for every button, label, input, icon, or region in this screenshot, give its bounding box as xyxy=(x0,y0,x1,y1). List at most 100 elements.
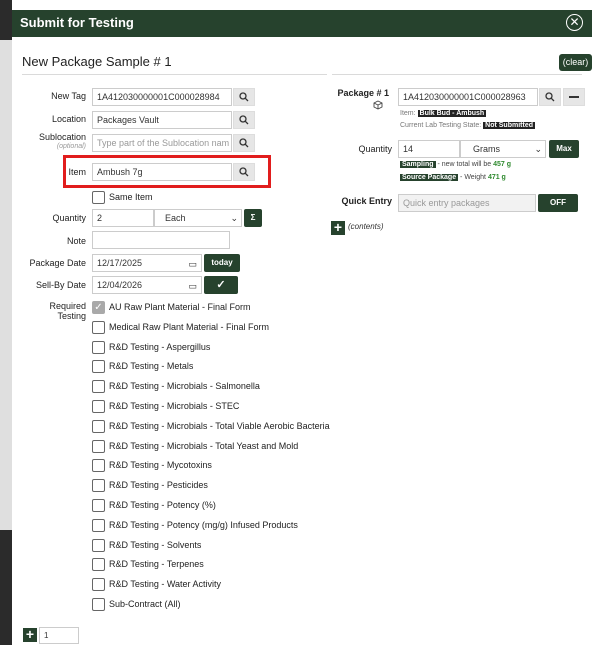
new-tag-field[interactable]: 1A412030000001C000028984 xyxy=(92,88,232,106)
lab-state-info: Current Lab Testing State: Not Submitted xyxy=(400,122,535,129)
quick-entry-label: Quick Entry xyxy=(341,196,392,206)
test-label: R&D Testing - Water Activity xyxy=(109,579,222,590)
test-label: R&D Testing - Aspergillus xyxy=(109,341,211,352)
contents-label: (contents) xyxy=(348,222,384,231)
chevron-down-icon: ⌄ xyxy=(230,213,238,223)
clear-button[interactable]: (clear) xyxy=(559,54,592,71)
sellby-date-field[interactable]: 12/04/2026 ▭ xyxy=(92,276,202,294)
note-field[interactable] xyxy=(92,231,230,249)
search-icon[interactable] xyxy=(233,163,255,181)
quantity-label: Quantity xyxy=(52,213,86,223)
sublocation-field[interactable]: Type part of the Sublocation nam xyxy=(92,134,232,152)
package-date-label: Package Date xyxy=(29,258,86,268)
package-item-info: Item: Bulk Bud - Ambush xyxy=(400,110,487,117)
dialog-title: Submit for Testing xyxy=(20,15,134,30)
dialog-titlebar: Submit for Testing ✕ xyxy=(12,10,592,37)
test-label: Medical Raw Plant Material - Final Form xyxy=(109,321,270,332)
required-testing-label: Required Testing xyxy=(49,301,86,321)
test-checkbox[interactable] xyxy=(92,499,105,512)
test-checkbox[interactable] xyxy=(92,518,105,532)
chevron-down-icon: ⌄ xyxy=(534,144,542,154)
calendar-icon[interactable]: ▭ xyxy=(188,256,197,271)
sellby-date-value: 12/04/2026 xyxy=(97,280,143,290)
search-icon[interactable] xyxy=(539,88,561,106)
test-label: R&D Testing - Microbials - STEC xyxy=(109,401,240,411)
test-checkbox[interactable]: ✓ xyxy=(92,301,105,314)
test-label: R&D Testing - Potency (%) xyxy=(109,500,216,510)
location-field[interactable]: Packages Vault xyxy=(92,111,232,129)
test-label: R&D Testing - Potency (mg/g) Infused Pro… xyxy=(109,519,298,530)
test-label: R&D Testing - Microbials - Total Yeast a… xyxy=(109,440,299,451)
test-label: R&D Testing - Microbials - Total Viable … xyxy=(109,420,330,431)
background-strip xyxy=(0,0,12,645)
sample-count-field[interactable]: 1 xyxy=(39,627,79,644)
package-tag-field[interactable]: 1A412030000001C000028963 xyxy=(398,88,538,106)
test-checkbox[interactable] xyxy=(92,598,105,611)
search-icon[interactable] xyxy=(233,88,255,106)
today-button[interactable]: today xyxy=(204,254,240,272)
quick-entry-field[interactable]: Quick entry packages xyxy=(398,194,536,212)
test-checkbox[interactable] xyxy=(92,400,105,413)
item-tag: Bulk Bud - Ambush xyxy=(417,110,487,117)
new-tag-label: New Tag xyxy=(51,91,86,101)
remove-package-button[interactable] xyxy=(563,88,585,106)
add-contents-button[interactable]: + xyxy=(331,220,345,235)
divider xyxy=(22,74,327,75)
package-label: Package # 1 xyxy=(337,88,389,98)
test-checkbox[interactable] xyxy=(92,439,105,453)
search-icon[interactable] xyxy=(233,134,255,152)
calendar-icon[interactable]: ▭ xyxy=(188,278,197,293)
sampling-tag: Sampling xyxy=(400,161,436,168)
test-checkbox[interactable] xyxy=(92,360,105,374)
test-checkbox[interactable] xyxy=(92,578,105,592)
sublocation-optional-label: (optional) xyxy=(56,143,86,150)
test-checkbox[interactable] xyxy=(92,380,105,394)
quick-entry-toggle[interactable]: OFF xyxy=(538,194,578,212)
item-label: Item xyxy=(68,167,86,177)
minus-icon xyxy=(569,96,579,98)
unit-select[interactable]: Each ⌄ xyxy=(154,209,242,227)
max-button[interactable]: Max xyxy=(549,140,579,158)
search-icon[interactable] xyxy=(233,111,255,129)
submit-testing-dialog: Submit for Testing ✕ New Package Sample … xyxy=(12,10,592,645)
sellby-date-label: Sell-By Date xyxy=(35,280,86,290)
location-label: Location xyxy=(51,114,86,124)
sublocation-label: Sublocation xyxy=(38,132,86,142)
test-checkbox[interactable] xyxy=(92,419,105,433)
test-checkbox[interactable] xyxy=(92,538,105,552)
same-item-checkbox[interactable] xyxy=(92,191,105,204)
test-checkbox[interactable] xyxy=(92,558,105,572)
sigma-button[interactable]: Σ xyxy=(244,209,262,227)
same-item-label: Same Item xyxy=(109,192,153,202)
quantity-field[interactable]: 2 xyxy=(92,209,154,227)
package-date-value: 12/17/2025 xyxy=(97,258,143,268)
close-icon[interactable]: ✕ xyxy=(566,14,583,31)
test-checkbox[interactable] xyxy=(92,479,105,493)
package-icon xyxy=(373,100,383,110)
test-label: Sub-Contract (All) xyxy=(109,599,181,609)
package-unit-value: Grams xyxy=(473,144,500,154)
divider xyxy=(332,74,582,75)
test-label: R&D Testing - Solvents xyxy=(109,539,202,550)
package-unit-select[interactable]: Grams ⌄ xyxy=(460,140,546,158)
test-label: R&D Testing - Metals xyxy=(109,361,194,372)
test-checkbox[interactable] xyxy=(92,459,105,473)
test-checkbox[interactable] xyxy=(92,340,105,354)
package-quantity-label: Quantity xyxy=(358,144,392,154)
package-date-field[interactable]: 12/17/2025 ▭ xyxy=(92,254,202,272)
test-label: R&D Testing - Terpenes xyxy=(109,559,204,570)
sampling-info: Sampling - new total will be 457 g xyxy=(400,161,512,168)
sellby-confirm-button[interactable]: ✓ xyxy=(204,276,238,294)
lab-state-tag: Not Submitted xyxy=(483,122,535,129)
test-checkbox[interactable] xyxy=(92,320,105,334)
test-label: R&D Testing - Microbials - Salmonella xyxy=(109,381,260,392)
package-quantity-field[interactable]: 14 xyxy=(398,140,460,158)
item-field[interactable]: Ambush 7g xyxy=(92,163,232,181)
add-sample-button[interactable]: + xyxy=(23,627,37,642)
source-package-info: Source Package - Weight 471 g xyxy=(400,174,506,181)
test-label: R&D Testing - Pesticides xyxy=(109,480,208,491)
unit-value: Each xyxy=(165,213,186,223)
test-label: AU Raw Plant Material - Final Form xyxy=(109,302,251,312)
test-label: R&D Testing - Mycotoxins xyxy=(109,460,212,471)
source-package-tag: Source Package xyxy=(400,174,459,181)
